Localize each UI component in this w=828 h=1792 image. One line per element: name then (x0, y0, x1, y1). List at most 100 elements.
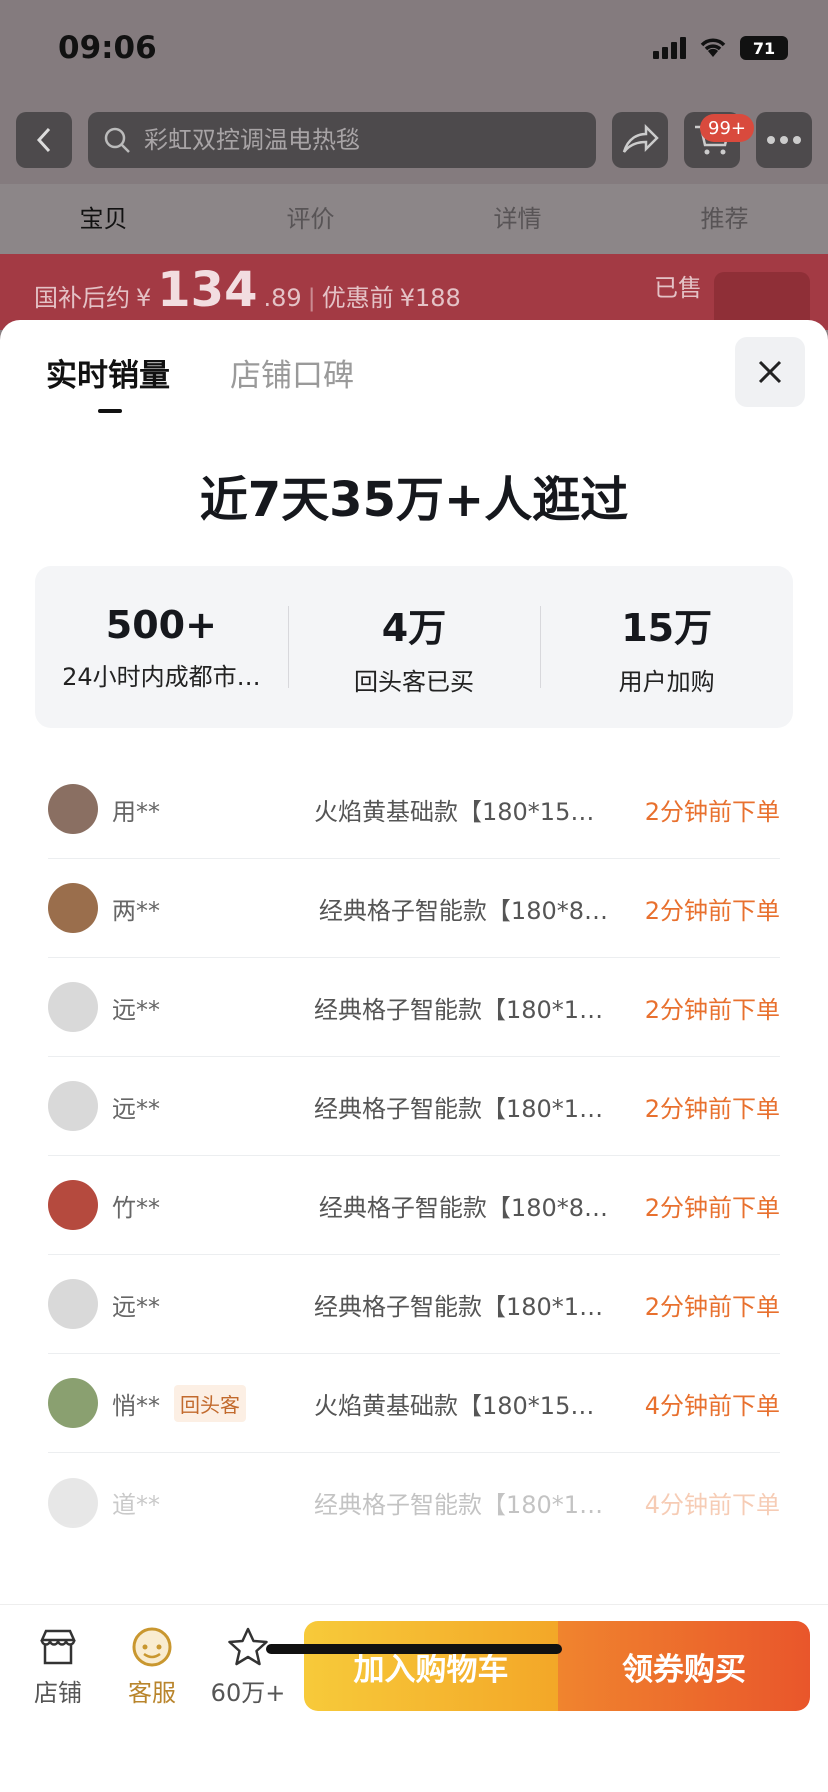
price-row: 国补后约 ¥ 134 .89 | 优惠前 ¥188 (34, 262, 461, 318)
avatar (48, 1477, 98, 1528)
stat-label: 回头客已买 (354, 668, 474, 696)
stats-panel: 500+ 24小时内成都市… 4万 回头客已买 15万 用户加购 (35, 566, 793, 728)
cart-badge: 99+ (700, 114, 754, 142)
buyer-name: 远** (112, 995, 160, 1024)
background-page: 09:06 71 99+ (0, 0, 828, 342)
chevron-left-icon (36, 127, 51, 153)
tab-details[interactable]: 详情 (414, 184, 621, 254)
stat-value: 4万 (381, 606, 447, 650)
share-icon (622, 124, 659, 153)
product-variant: 经典格子智能款【180*15… (314, 995, 619, 1024)
buyer-name: 用** (112, 797, 160, 826)
customer-service-icon (132, 1627, 172, 1667)
buy-button[interactable]: 领券购买 (558, 1621, 810, 1711)
sheet-tabs: 实时销量 店铺口碑 (46, 350, 354, 417)
order-time: 4分钟前下单 (644, 1491, 780, 1519)
favorite-button[interactable]: 60万+ (206, 1625, 290, 1708)
back-button[interactable] (16, 112, 72, 168)
status-bar: 09:06 71 (0, 0, 828, 100)
close-icon (758, 360, 782, 384)
stat-label: 24小时内成都市… (62, 662, 261, 691)
product-variant: 经典格子智能款【180*15… (314, 1292, 619, 1321)
more-dots-icon (767, 136, 801, 144)
order-list: 用** 火焰黄基础款【180*150… 2分钟前下单 两** 经典格子智能款【180*8… (48, 760, 780, 1552)
buyer-name: 两** (112, 896, 160, 925)
order-row: 道** 经典格子智能款【180*15… 4分钟前下单 (48, 1453, 780, 1552)
visitors-headline: 近7天35万+人逛过 (199, 472, 629, 528)
price-divider: | (307, 284, 316, 312)
order-row: 远** 经典格子智能款【180*15… 2分钟前下单 (48, 958, 780, 1057)
search-icon (104, 127, 130, 153)
product-variant: 经典格子智能款【180*8… (318, 896, 608, 925)
tab-recommend[interactable]: 推荐 (621, 184, 828, 254)
avatar (48, 1081, 98, 1131)
price-before: ¥188 (399, 284, 461, 312)
wifi-icon (700, 38, 726, 57)
share-button[interactable] (612, 112, 668, 168)
action-bar: 店铺 客服 60万+ 加入购物车 领券购买 (0, 1604, 828, 1792)
price-integer: 134 (157, 262, 258, 318)
status-time: 09:06 (58, 30, 157, 66)
buyer-name: 道** (112, 1491, 160, 1519)
order-time: 2分钟前下单 (644, 1292, 780, 1321)
avatar (48, 1180, 98, 1230)
buyer-name: 悄** (112, 1391, 160, 1420)
tab-realtime-sales[interactable]: 实时销量 (46, 350, 170, 417)
favorites-count: 60万+ (210, 1679, 286, 1707)
tab-store-reputation[interactable]: 店铺口碑 (230, 350, 354, 417)
search-box[interactable] (88, 112, 596, 168)
stat-value: 15万 (621, 606, 713, 650)
order-row: 两** 经典格子智能款【180*8… 2分钟前下单 (48, 859, 780, 958)
avatar (48, 1279, 98, 1329)
order-time: 2分钟前下单 (644, 1094, 780, 1123)
avatar (48, 883, 98, 933)
stat-cart-adds: 15万 用户加购 (540, 566, 793, 728)
nav-bar: 99+ (0, 100, 828, 184)
buyer-name: 竹** (112, 1193, 160, 1222)
product-variant: 经典格子智能款【180*8… (318, 1193, 608, 1222)
order-row: 竹** 经典格子智能款【180*8… 2分钟前下单 (48, 1156, 780, 1255)
add-to-cart-button[interactable]: 加入购物车 (304, 1621, 558, 1711)
order-time: 2分钟前下单 (644, 995, 780, 1024)
product-variant: 经典格子智能款【180*15… (314, 1094, 619, 1123)
product-tab-bar: 宝贝 评价 详情 推荐 (0, 184, 828, 254)
product-variant: 火焰黄基础款【180*150… (314, 1391, 610, 1420)
home-indicator (266, 1644, 562, 1654)
order-time: 2分钟前下单 (644, 896, 780, 925)
product-variant: 火焰黄基础款【180*150… (314, 797, 610, 826)
stat-local-sales: 500+ 24小时内成都市… (35, 566, 288, 728)
store-button[interactable]: 店铺 (18, 1625, 98, 1708)
signal-icon (653, 37, 686, 59)
price-before-label: 优惠前 (321, 284, 394, 312)
buyer-name: 远** (112, 1094, 160, 1123)
stat-value: 500+ (105, 602, 217, 647)
order-time: 4分钟前下单 (644, 1391, 780, 1420)
order-row: 远** 经典格子智能款【180*15… 2分钟前下单 (48, 1057, 780, 1156)
search-input[interactable] (144, 126, 584, 154)
sales-sheet: 实时销量 店铺口碑 近7天35万+人逛过 500+ 24小时内成都市… 4万 回… (0, 320, 828, 1792)
more-button[interactable] (756, 112, 812, 168)
service-button[interactable]: 客服 (112, 1625, 192, 1708)
repeat-buyer-tag: 回头客 (174, 1384, 246, 1422)
close-button[interactable] (735, 337, 805, 407)
tag-slot: 回头客 (174, 1384, 314, 1422)
stat-label: 用户加购 (618, 668, 715, 696)
star-icon (228, 1627, 268, 1666)
battery-icon: 71 (740, 36, 788, 60)
stat-repeat-buyers: 4万 回头客已买 (287, 566, 541, 728)
store-label: 店铺 (34, 1679, 82, 1707)
order-row: 远** 经典格子智能款【180*15… 2分钟前下单 (48, 1255, 780, 1354)
product-variant: 经典格子智能款【180*15… (314, 1491, 619, 1519)
tab-item[interactable]: 宝贝 (0, 184, 207, 254)
tab-reviews[interactable]: 评价 (207, 184, 414, 254)
price-bar: 国补后约 ¥ 134 .89 | 优惠前 ¥188 已售 (0, 254, 828, 342)
avatar (48, 982, 98, 1032)
price-after-label: 国补后约 (34, 284, 130, 312)
avatar (48, 1378, 98, 1428)
avatar (48, 784, 98, 834)
order-time: 2分钟前下单 (644, 797, 780, 826)
store-icon (40, 1629, 76, 1665)
sold-label: 已售 (654, 274, 702, 302)
order-time: 2分钟前下单 (644, 1193, 780, 1222)
price-currency: ¥ (136, 284, 152, 312)
